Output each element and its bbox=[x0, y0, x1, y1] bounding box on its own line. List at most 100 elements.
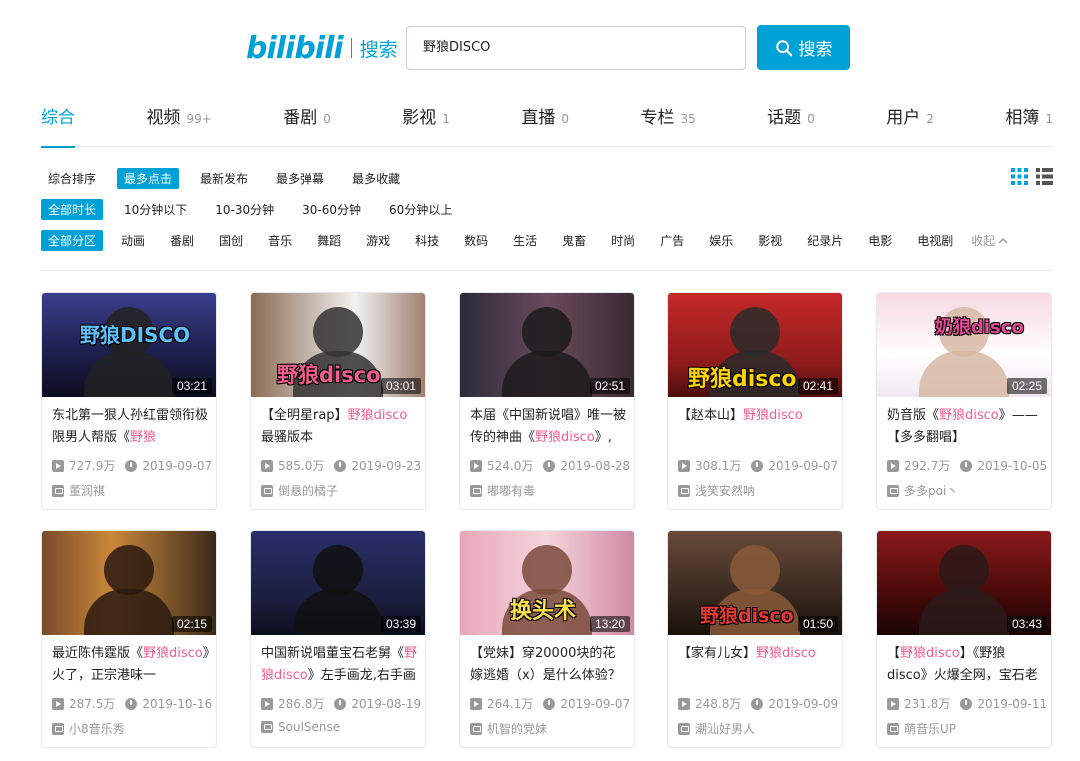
video-meta: 524.0万 2019-08-28 bbox=[470, 457, 630, 474]
tab-2[interactable]: 番剧 0 bbox=[283, 104, 331, 147]
video-thumbnail[interactable]: 野狼disco 03:01 bbox=[251, 293, 425, 397]
video-meta: 585.0万 2019-09-23 bbox=[261, 457, 421, 474]
video-thumbnail[interactable]: 奶狼disco 02:25 bbox=[877, 293, 1051, 397]
sort-option[interactable]: 最多点击 bbox=[117, 167, 180, 189]
tab-4[interactable]: 直播 0 bbox=[521, 104, 569, 147]
title-keyword-highlight: 野狼disco bbox=[347, 408, 408, 423]
zones-option[interactable]: 生活 bbox=[506, 230, 544, 251]
video-thumbnail[interactable]: 02:51 bbox=[460, 293, 634, 397]
zones-option[interactable]: 纪录片 bbox=[800, 230, 850, 251]
video-title[interactable]: 最近陈伟霆版《野狼disco》火了，正宗港味一 bbox=[52, 643, 210, 687]
uploader[interactable]: 董润祺 bbox=[52, 482, 105, 499]
play-count: 585.0万 bbox=[278, 459, 325, 473]
play-count: 727.9万 bbox=[69, 459, 116, 473]
upload-date: 2019-10-16 bbox=[142, 696, 213, 711]
zones-option[interactable]: 电影 bbox=[861, 230, 899, 251]
uploader[interactable]: 小8音乐秀 bbox=[52, 720, 125, 737]
chevron-up-icon bbox=[998, 233, 1008, 247]
collapse-button[interactable]: 收起 bbox=[971, 232, 1008, 249]
zones-option[interactable]: 广告 bbox=[653, 230, 691, 251]
sort-option[interactable]: 最新发布 bbox=[193, 168, 255, 189]
zones-option[interactable]: 娱乐 bbox=[702, 230, 740, 251]
play-count: 308.1万 bbox=[695, 459, 742, 473]
title-text: 【党妹】穿20000块的花嫁逃婚（x）是什么体验？超 bbox=[470, 646, 621, 683]
video-thumbnail[interactable]: 野狼disco 02:41 bbox=[668, 293, 842, 397]
zones-option[interactable]: 全部分区 bbox=[41, 229, 104, 251]
video-card[interactable]: 野狼disco 03:01 【全明星rap】野狼disco 最骚版本 585.0万 20… bbox=[250, 292, 426, 510]
tab-0[interactable]: 综合 bbox=[41, 104, 75, 148]
sort-option[interactable]: 最多弹幕 bbox=[269, 168, 331, 189]
video-card[interactable]: 奶狼disco 02:25 奶音版《野狼disco》——【多多翻唱】 292.7万 20… bbox=[876, 292, 1052, 510]
grid-view-icon[interactable] bbox=[1011, 168, 1028, 185]
zones-option[interactable]: 国创 bbox=[212, 230, 250, 251]
uploader[interactable]: SoulSense bbox=[261, 720, 340, 734]
upload-date: 2019-08-19 bbox=[351, 696, 422, 711]
video-card[interactable]: 03:39 中国新说唱董宝石老舅《野狼disco》左手画龙,右手画 286.8万 20… bbox=[250, 530, 426, 748]
uploader[interactable]: 萌音乐UP bbox=[887, 720, 956, 737]
zones-option[interactable]: 鬼畜 bbox=[555, 230, 593, 251]
video-title[interactable]: 本届《中国新说唱》唯一被传的神曲《野狼disco》, bbox=[470, 405, 628, 449]
play-count: 292.7万 bbox=[904, 459, 951, 473]
tab-6[interactable]: 话题 0 bbox=[767, 104, 815, 147]
video-card[interactable]: 换头术 13:20 【党妹】穿20000块的花嫁逃婚（x）是什么体验？超 264.1万… bbox=[459, 530, 635, 748]
tab-7[interactable]: 用户 2 bbox=[886, 104, 934, 147]
search-input[interactable]: 野狼DISCO bbox=[406, 26, 746, 70]
video-title[interactable]: 奶音版《野狼disco》——【多多翻唱】 bbox=[887, 405, 1045, 449]
tab-3[interactable]: 影视 1 bbox=[402, 104, 450, 147]
tab-8[interactable]: 相簿 1 bbox=[1005, 104, 1053, 147]
uploader-icon bbox=[470, 484, 482, 497]
video-thumbnail[interactable]: 野狼disco 01:50 bbox=[668, 531, 842, 635]
zones-option[interactable]: 游戏 bbox=[359, 230, 397, 251]
video-card[interactable]: 野狼DISCO 03:21 东北第一狠人孙红雷领衔极限男人帮版《野狼 727.9万 20… bbox=[41, 292, 217, 510]
bilibili-logo[interactable]: bilibili 搜索 bbox=[246, 30, 398, 66]
sort-option[interactable]: 最多收藏 bbox=[345, 168, 407, 189]
thumbnail-caption: 野狼disco bbox=[688, 367, 797, 392]
tab-1[interactable]: 视频 99+ bbox=[146, 104, 211, 147]
video-thumbnail[interactable]: 03:43 bbox=[877, 531, 1051, 635]
duration-option[interactable]: 10分钟以下 bbox=[117, 199, 194, 220]
sort-option[interactable]: 综合排序 bbox=[41, 168, 103, 189]
video-title[interactable]: 【家有儿女】野狼disco bbox=[678, 643, 836, 687]
uploader-name: 嘟嘟有毒 bbox=[487, 484, 536, 498]
video-card[interactable]: 02:51 本届《中国新说唱》唯一被传的神曲《野狼disco》, 524.0万 201… bbox=[459, 292, 635, 510]
video-title[interactable]: 【全明星rap】野狼disco 最骚版本 bbox=[261, 405, 419, 449]
video-meta: 292.7万 2019-10-05 bbox=[887, 457, 1047, 474]
video-thumbnail[interactable]: 换头术 13:20 bbox=[460, 531, 634, 635]
uploader-icon bbox=[470, 722, 482, 735]
zones-option[interactable]: 番剧 bbox=[163, 230, 201, 251]
zones-option[interactable]: 科技 bbox=[408, 230, 446, 251]
uploader[interactable]: 浅笑安然呐 bbox=[678, 482, 755, 499]
video-thumbnail[interactable]: 野狼DISCO 03:21 bbox=[42, 293, 216, 397]
uploader[interactable]: 潮汕好男人 bbox=[678, 720, 755, 737]
video-card[interactable]: 03:43 【野狼disco】《野狼disco》火爆全网，宝石老 231.8万 201… bbox=[876, 530, 1052, 748]
uploader[interactable]: 嘟嘟有毒 bbox=[470, 482, 535, 499]
zones-option[interactable]: 影视 bbox=[751, 230, 789, 251]
zones-option[interactable]: 时尚 bbox=[604, 230, 642, 251]
zones-option[interactable]: 动画 bbox=[114, 230, 152, 251]
duration-option[interactable]: 30-60分钟 bbox=[295, 199, 368, 220]
zones-option[interactable]: 舞蹈 bbox=[310, 230, 348, 251]
uploader[interactable]: 多多poi丶 bbox=[887, 482, 958, 499]
video-title[interactable]: 【党妹】穿20000块的花嫁逃婚（x）是什么体验？超 bbox=[470, 643, 628, 687]
uploader[interactable]: 机智的党妹 bbox=[470, 720, 547, 737]
search-button[interactable]: 搜索 bbox=[757, 25, 850, 70]
list-view-icon[interactable] bbox=[1036, 168, 1053, 185]
uploader[interactable]: 倒悬的橘子 bbox=[261, 482, 338, 499]
zones-option[interactable]: 数码 bbox=[457, 230, 495, 251]
zones-option[interactable]: 音乐 bbox=[261, 230, 299, 251]
video-title[interactable]: 【野狼disco】《野狼disco》火爆全网，宝石老 bbox=[887, 643, 1045, 687]
video-title[interactable]: 【赵本山】野狼disco bbox=[678, 405, 836, 449]
zones-option[interactable]: 电视剧 bbox=[910, 230, 960, 251]
video-thumbnail[interactable]: 02:15 bbox=[42, 531, 216, 635]
tab-5[interactable]: 专栏 35 bbox=[640, 104, 695, 147]
video-title[interactable]: 中国新说唱董宝石老舅《野狼disco》左手画龙,右手画 bbox=[261, 643, 419, 687]
thumbnail-figure-body bbox=[84, 351, 174, 397]
video-thumbnail[interactable]: 03:39 bbox=[251, 531, 425, 635]
video-card[interactable]: 02:15 最近陈伟霆版《野狼disco》火了，正宗港味一 287.5万 2019-1… bbox=[41, 530, 217, 748]
duration-option[interactable]: 60分钟以上 bbox=[382, 199, 459, 220]
duration-option[interactable]: 全部时长 bbox=[41, 198, 104, 220]
video-card[interactable]: 野狼disco 02:41 【赵本山】野狼disco 308.1万 2019-09-07… bbox=[667, 292, 843, 510]
video-card[interactable]: 野狼disco 01:50 【家有儿女】野狼disco 248.8万 2019-09-0… bbox=[667, 530, 843, 748]
duration-option[interactable]: 10-30分钟 bbox=[208, 199, 281, 220]
video-title[interactable]: 东北第一狠人孙红雷领衔极限男人帮版《野狼 bbox=[52, 405, 210, 449]
